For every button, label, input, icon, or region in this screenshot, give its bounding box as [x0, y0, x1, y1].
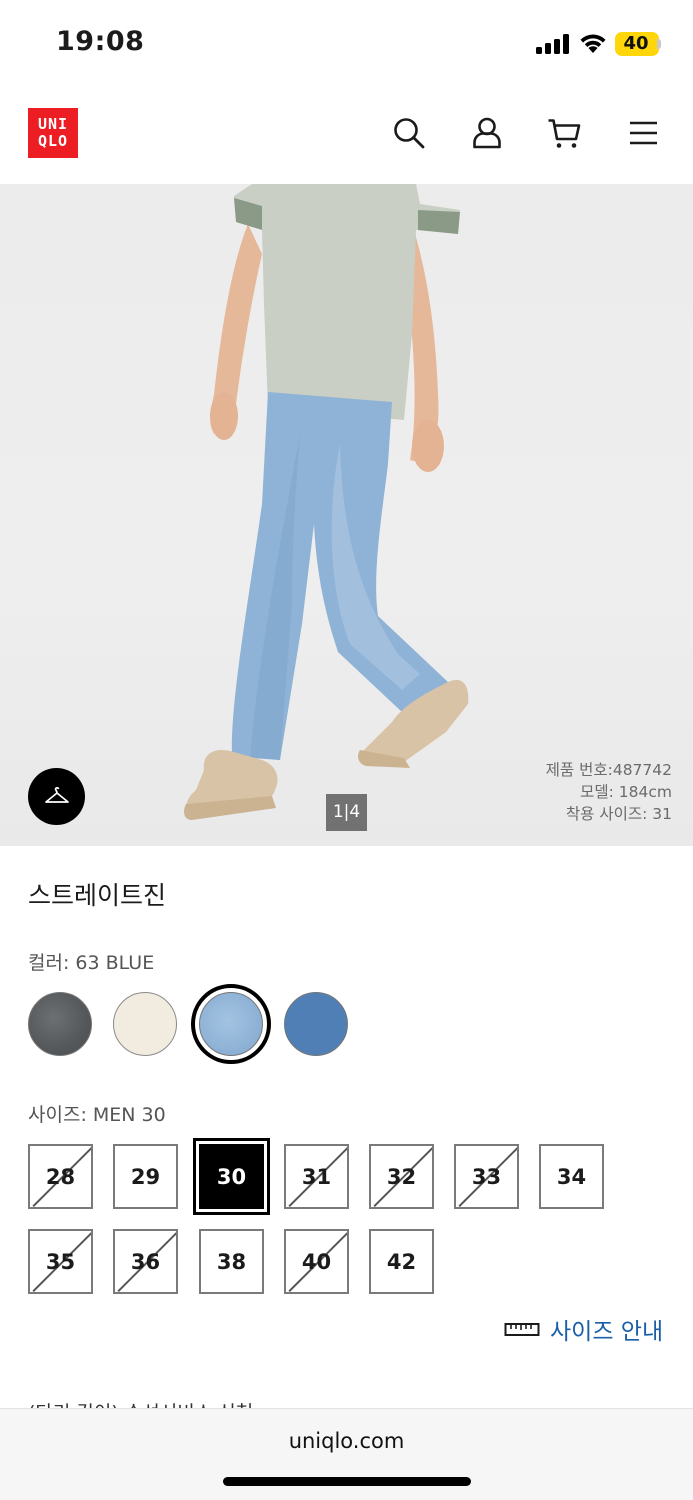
hanger-icon [44, 786, 69, 803]
size-option-label: 34 [556, 1164, 587, 1189]
color-swatch-gray[interactable] [28, 992, 92, 1056]
size-option-34[interactable]: 34 [539, 1144, 604, 1209]
browser-bottom-bar: uniqlo.com [0, 1408, 693, 1500]
size-option-label: 30 [216, 1164, 247, 1189]
home-indicator[interactable] [223, 1477, 471, 1486]
size-option-label: 33 [471, 1164, 502, 1189]
address-bar-url[interactable]: uniqlo.com [0, 1429, 693, 1453]
size-option-33[interactable]: 33 [454, 1144, 519, 1209]
size-option-label: 28 [45, 1164, 76, 1189]
color-label: 컬러: 63 BLUE [28, 952, 155, 974]
cellular-signal-icon [536, 34, 569, 54]
cart-icon[interactable] [547, 116, 581, 150]
size-option-40[interactable]: 40 [284, 1229, 349, 1294]
size-option-28[interactable]: 28 [28, 1144, 93, 1209]
battery-level: 40 [623, 33, 649, 54]
status-time: 19:08 [56, 26, 145, 57]
size-option-42[interactable]: 42 [369, 1229, 434, 1294]
status-bar: 19:08 40 [0, 0, 693, 88]
account-icon[interactable] [470, 116, 504, 150]
size-option-29[interactable]: 29 [113, 1144, 178, 1209]
product-title: 스트레이트진 [28, 881, 167, 910]
size-option-31[interactable]: 31 [284, 1144, 349, 1209]
product-number: 제품 번호:487742 [545, 761, 672, 779]
size-guide-link[interactable]: 사이즈 안내 [504, 1312, 663, 1346]
product-image[interactable]: 1|4 제품 번호:487742 모델: 184cm 착용 사이즈: 31 [0, 184, 693, 846]
product-meta: 제품 번호:487742 모델: 184cm 착용 사이즈: 31 [546, 759, 672, 825]
size-option-36[interactable]: 36 [113, 1229, 178, 1294]
color-swatch-off-white[interactable] [113, 992, 177, 1056]
menu-icon[interactable] [627, 116, 661, 150]
size-option-label: 35 [45, 1249, 76, 1274]
size-option-label: 32 [386, 1164, 417, 1189]
wifi-icon [580, 34, 606, 53]
size-label: 사이즈: MEN 30 [28, 1104, 166, 1126]
uniqlo-logo[interactable]: UNI QLO [28, 108, 78, 158]
size-option-label: 29 [130, 1164, 161, 1189]
size-option-38[interactable]: 38 [199, 1229, 264, 1294]
color-swatch-light-blue[interactable] [199, 992, 263, 1056]
size-option-35[interactable]: 35 [28, 1229, 93, 1294]
site-header: UNI QLO [0, 88, 693, 184]
image-pager: 1|4 [326, 794, 367, 831]
size-option-label: 31 [301, 1164, 332, 1189]
size-option-label: 36 [130, 1249, 161, 1274]
logo-line-1: UNI [37, 115, 69, 133]
size-option-label: 38 [216, 1249, 247, 1274]
battery-cap [657, 39, 661, 49]
model-illustration [184, 184, 469, 820]
size-option-label: 42 [386, 1249, 417, 1274]
ruler-icon [504, 1323, 540, 1336]
logo-line-2: QLO [37, 132, 69, 150]
color-swatch-blue[interactable] [284, 992, 348, 1056]
model-size: 착용 사이즈: 31 [565, 805, 672, 823]
search-icon[interactable] [392, 116, 426, 150]
model-height: 모델: 184cm [580, 783, 672, 801]
hanger-button[interactable] [28, 768, 85, 825]
size-option-label: 40 [301, 1249, 332, 1274]
size-option-32[interactable]: 32 [369, 1144, 434, 1209]
size-option-30[interactable]: 30 [193, 1138, 270, 1215]
size-guide-label: 사이즈 안내 [550, 1319, 664, 1345]
